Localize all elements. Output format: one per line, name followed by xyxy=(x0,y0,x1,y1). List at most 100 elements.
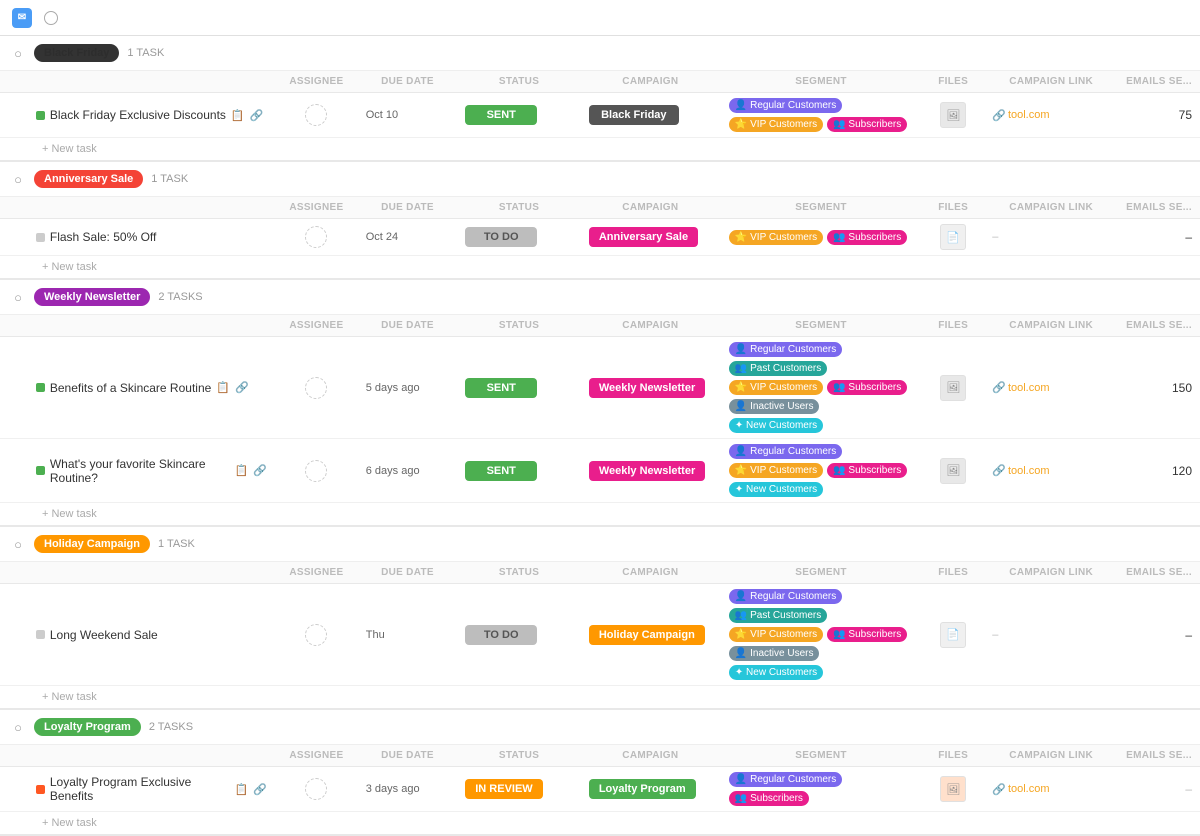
avatar[interactable] xyxy=(305,104,327,126)
segment-tag: 👥 Past Customers xyxy=(729,608,827,623)
info-icon[interactable] xyxy=(44,11,58,25)
column-header: SEGMENT xyxy=(720,71,922,93)
section-collapse-button[interactable]: ○ xyxy=(10,45,26,61)
row-expand-cell xyxy=(0,767,28,812)
column-header: FILES xyxy=(922,562,984,584)
campaign-cell[interactable]: Holiday Campaign xyxy=(581,584,720,686)
new-task-row[interactable]: + New task xyxy=(0,812,1200,836)
doc-icon[interactable]: 📋 xyxy=(235,464,249,477)
task-name[interactable]: What's your favorite Skincare Routine? xyxy=(50,457,230,485)
task-name[interactable]: Long Weekend Sale xyxy=(50,628,158,642)
status-cell[interactable]: TO DO xyxy=(457,584,581,686)
campaign-cell[interactable]: Weekly Newsletter xyxy=(581,337,720,439)
segment-cell: 👤 Regular Customers👥 Past Customers⭐ VIP… xyxy=(720,337,922,439)
files-cell[interactable]: 🖼 xyxy=(922,337,984,439)
section-collapse-button[interactable]: ○ xyxy=(10,289,26,305)
link-icon[interactable]: 🔗 xyxy=(235,381,249,394)
new-task-label[interactable]: + New task xyxy=(0,812,1200,836)
avatar[interactable] xyxy=(305,460,327,482)
column-header: ASSIGNEE xyxy=(275,71,358,93)
main-table-wrapper: ○Black Friday1 TASKASSIGNEEDUE DATESTATU… xyxy=(0,36,1200,836)
link-icon[interactable]: 🔗 xyxy=(250,109,264,122)
section-collapse-button[interactable]: ○ xyxy=(10,719,26,735)
avatar[interactable] xyxy=(305,778,327,800)
status-pill: SENT xyxy=(465,461,537,481)
segment-tag: ✦ New Customers xyxy=(729,482,823,497)
campaign-cell[interactable]: Black Friday xyxy=(581,93,720,138)
avatar[interactable] xyxy=(305,624,327,646)
files-cell[interactable]: 🖼 xyxy=(922,93,984,138)
column-header: FILES xyxy=(922,197,984,219)
status-cell[interactable]: TO DO xyxy=(457,219,581,256)
campaign-cell[interactable]: Loyalty Program xyxy=(581,767,720,812)
campaign-link-text: tool.com xyxy=(1008,382,1050,394)
campaign-link-cell[interactable]: 🔗tool.com xyxy=(984,439,1118,503)
segment-tag: 👥 Past Customers xyxy=(729,361,827,376)
campaign-cell[interactable]: Weekly Newsletter xyxy=(581,439,720,503)
section-task-count: 2 TASKS xyxy=(158,291,202,303)
column-header xyxy=(28,197,275,219)
assignee-cell xyxy=(275,337,358,439)
emails-sent-cell: 120 xyxy=(1118,439,1200,503)
emails-sent-cell: – xyxy=(1118,219,1200,256)
column-header: CAMPAIGN LINK xyxy=(984,197,1118,219)
status-cell[interactable]: SENT xyxy=(457,439,581,503)
new-task-label[interactable]: + New task xyxy=(0,138,1200,162)
column-header: CAMPAIGN LINK xyxy=(984,562,1118,584)
files-cell[interactable]: 🖼 xyxy=(922,439,984,503)
campaign-link-text: tool.com xyxy=(1008,465,1050,477)
row-expand-cell xyxy=(0,93,28,138)
column-header: SEGMENT xyxy=(720,315,922,337)
campaign-link-cell[interactable]: 🔗tool.com xyxy=(984,93,1118,138)
status-cell[interactable]: SENT xyxy=(457,337,581,439)
new-task-row[interactable]: + New task xyxy=(0,503,1200,527)
files-cell[interactable]: 🖼 xyxy=(922,767,984,812)
files-cell[interactable]: 📄 xyxy=(922,219,984,256)
status-cell[interactable]: IN REVIEW xyxy=(457,767,581,812)
section-collapse-button[interactable]: ○ xyxy=(10,171,26,187)
doc-icon[interactable]: 📋 xyxy=(235,783,249,796)
task-name[interactable]: Benefits of a Skincare Routine xyxy=(50,381,211,395)
segment-tag: 👥 Subscribers xyxy=(827,117,907,132)
link-icon[interactable]: 🔗 xyxy=(253,783,267,796)
campaign-link-cell[interactable]: – xyxy=(984,584,1118,686)
table-row: Benefits of a Skincare Routine📋🔗5 days a… xyxy=(0,337,1200,439)
new-task-label[interactable]: + New task xyxy=(0,686,1200,710)
column-header: CAMPAIGN xyxy=(581,562,720,584)
column-header: EMAILS SE... xyxy=(1118,71,1200,93)
new-task-row[interactable]: + New task xyxy=(0,686,1200,710)
new-task-button[interactable] xyxy=(68,16,84,20)
column-header: EMAILS SE... xyxy=(1118,197,1200,219)
task-name[interactable]: Flash Sale: 50% Off xyxy=(50,230,157,244)
due-date-cell: Thu xyxy=(358,584,457,686)
column-header: CAMPAIGN xyxy=(581,315,720,337)
section-badge: Anniversary Sale xyxy=(34,170,143,188)
section-badge: Weekly Newsletter xyxy=(34,288,150,306)
new-task-row[interactable]: + New task xyxy=(0,138,1200,162)
new-task-label[interactable]: + New task xyxy=(0,503,1200,527)
campaign-cell[interactable]: Anniversary Sale xyxy=(581,219,720,256)
segment-tag: 👤 Regular Customers xyxy=(729,98,842,113)
row-expand-cell xyxy=(0,439,28,503)
section-collapse-button[interactable]: ○ xyxy=(10,536,26,552)
segment-tag: ⭐ VIP Customers xyxy=(729,117,823,132)
avatar[interactable] xyxy=(305,226,327,248)
campaign-link-cell[interactable]: – xyxy=(984,219,1118,256)
link-icon[interactable]: 🔗 xyxy=(253,464,267,477)
avatar[interactable] xyxy=(305,377,327,399)
campaign-link-cell[interactable]: 🔗tool.com xyxy=(984,767,1118,812)
new-task-label[interactable]: + New task xyxy=(0,256,1200,280)
task-name[interactable]: Black Friday Exclusive Discounts xyxy=(50,108,226,122)
task-name[interactable]: Loyalty Program Exclusive Benefits xyxy=(50,775,230,803)
doc-icon[interactable]: 📋 xyxy=(231,109,245,122)
due-date-cell: 3 days ago xyxy=(358,767,457,812)
status-cell[interactable]: SENT xyxy=(457,93,581,138)
files-cell[interactable]: 📄 xyxy=(922,584,984,686)
file-thumbnail: 📄 xyxy=(940,224,966,250)
doc-icon[interactable]: 📋 xyxy=(216,381,230,394)
column-headers-row: ASSIGNEEDUE DATESTATUSCAMPAIGNSEGMENTFIL… xyxy=(0,745,1200,767)
new-task-row[interactable]: + New task xyxy=(0,256,1200,280)
segment-tag: 👤 Inactive Users xyxy=(729,399,820,414)
campaign-link-cell[interactable]: 🔗tool.com xyxy=(984,337,1118,439)
segment-tag: 👥 Subscribers xyxy=(827,463,907,478)
